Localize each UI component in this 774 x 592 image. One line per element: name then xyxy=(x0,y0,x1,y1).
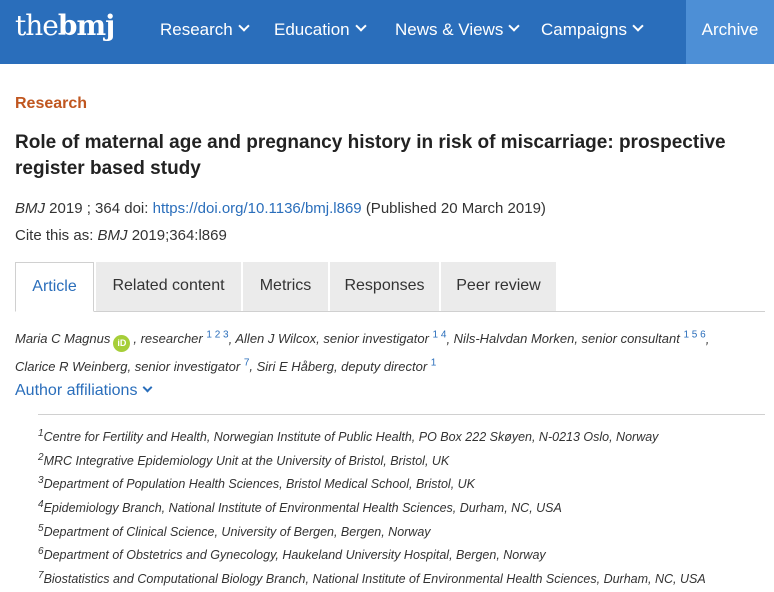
cite-label: Cite this as: xyxy=(15,227,94,244)
nav-education[interactable]: Education xyxy=(274,0,367,64)
author[interactable]: Siri E Håberg, deputy director 1 xyxy=(257,357,437,373)
affiliation-item: 6Department of Obstetrics and Gynecology… xyxy=(38,546,546,563)
affiliation-ref[interactable]: 1 2 3 xyxy=(206,330,228,341)
affiliation-ref[interactable]: 1 5 6 xyxy=(683,330,705,341)
nav-research-label: Research xyxy=(160,20,233,39)
affiliation-item: 3Department of Population Health Science… xyxy=(38,475,476,492)
cite-journal: BMJ xyxy=(97,227,128,244)
journal-name: BMJ xyxy=(15,200,45,217)
top-navigation-bar: thebmj Research Education News & Views C… xyxy=(0,0,774,64)
nav-news-views-label: News & Views xyxy=(395,20,504,39)
affiliation-ref[interactable]: 1 xyxy=(431,357,437,368)
chevron-down-icon xyxy=(632,20,644,32)
author[interactable]: Allen J Wilcox, senior investigator 1 4 xyxy=(235,330,447,346)
year-volume: 2019 ; 364 xyxy=(49,200,121,217)
tab-metrics[interactable]: Metrics xyxy=(243,262,328,311)
affiliation-item: 1Centre for Fertility and Health, Norweg… xyxy=(38,428,659,445)
chevron-down-icon xyxy=(508,20,521,32)
affiliation-item: 7Biostatistics and Computational Biology… xyxy=(38,570,706,587)
affiliation-list: 1Centre for Fertility and Health, Norweg… xyxy=(38,414,765,588)
author[interactable]: Clarice R Weinberg, senior investigator … xyxy=(15,357,250,373)
tab-article[interactable]: Article xyxy=(15,262,94,312)
nav-research[interactable]: Research xyxy=(160,0,250,64)
affiliation-item: 2MRC Integrative Epidemiology Unit at th… xyxy=(38,451,450,468)
article-title: Role of maternal age and pregnancy histo… xyxy=(15,132,726,179)
nav-education-label: Education xyxy=(274,20,350,39)
chevron-down-icon xyxy=(354,20,367,32)
article-tabs: Article Related content Metrics Response… xyxy=(15,262,765,312)
doi-link[interactable]: https://doi.org/10.1136/bmj.l869 xyxy=(153,200,362,217)
cite-as: Cite this as: BMJ 2019;364:l869 xyxy=(15,227,227,244)
author-affiliations-label: Author affiliations xyxy=(15,382,138,399)
tab-peer-review[interactable]: Peer review xyxy=(441,262,556,311)
nav-campaigns[interactable]: Campaigns xyxy=(541,0,644,64)
nav-archive[interactable]: Archive xyxy=(686,0,774,64)
affiliation-item: 4Epidemiology Branch, National Institute… xyxy=(38,499,562,516)
affiliation-ref[interactable]: 1 4 xyxy=(433,330,447,341)
bmj-logo[interactable]: thebmj xyxy=(15,10,115,42)
chevron-down-icon xyxy=(238,20,250,32)
section-label: Research xyxy=(15,95,88,112)
published-date: (Published 20 March 2019) xyxy=(365,200,546,217)
tab-related-content[interactable]: Related content xyxy=(96,262,241,311)
chevron-down-icon xyxy=(143,382,153,393)
tab-responses[interactable]: Responses xyxy=(330,262,439,311)
article-meta: BMJ 2019 ; 364 doi: https://doi.org/10.1… xyxy=(15,200,546,217)
orcid-icon[interactable]: iD xyxy=(113,335,131,353)
cite-reference: 2019;364:l869 xyxy=(131,227,227,244)
author[interactable]: Maria C Magnus iD, researcher 1 2 3 xyxy=(15,330,229,353)
author[interactable]: Nils-Halvdan Morken, senior consultant 1… xyxy=(454,330,706,346)
author-list: Maria C Magnus iD, researcher 1 2 3, Alle… xyxy=(15,330,710,374)
affiliation-ref[interactable]: 7 xyxy=(244,357,250,368)
author-affiliations-toggle[interactable]: Author affiliations xyxy=(15,382,153,400)
doi-label: doi: xyxy=(124,200,149,217)
nav-news-views[interactable]: News & Views xyxy=(395,0,521,64)
nav-campaigns-label: Campaigns xyxy=(541,20,627,39)
affiliation-item: 5Department of Clinical Science, Univers… xyxy=(38,522,431,539)
